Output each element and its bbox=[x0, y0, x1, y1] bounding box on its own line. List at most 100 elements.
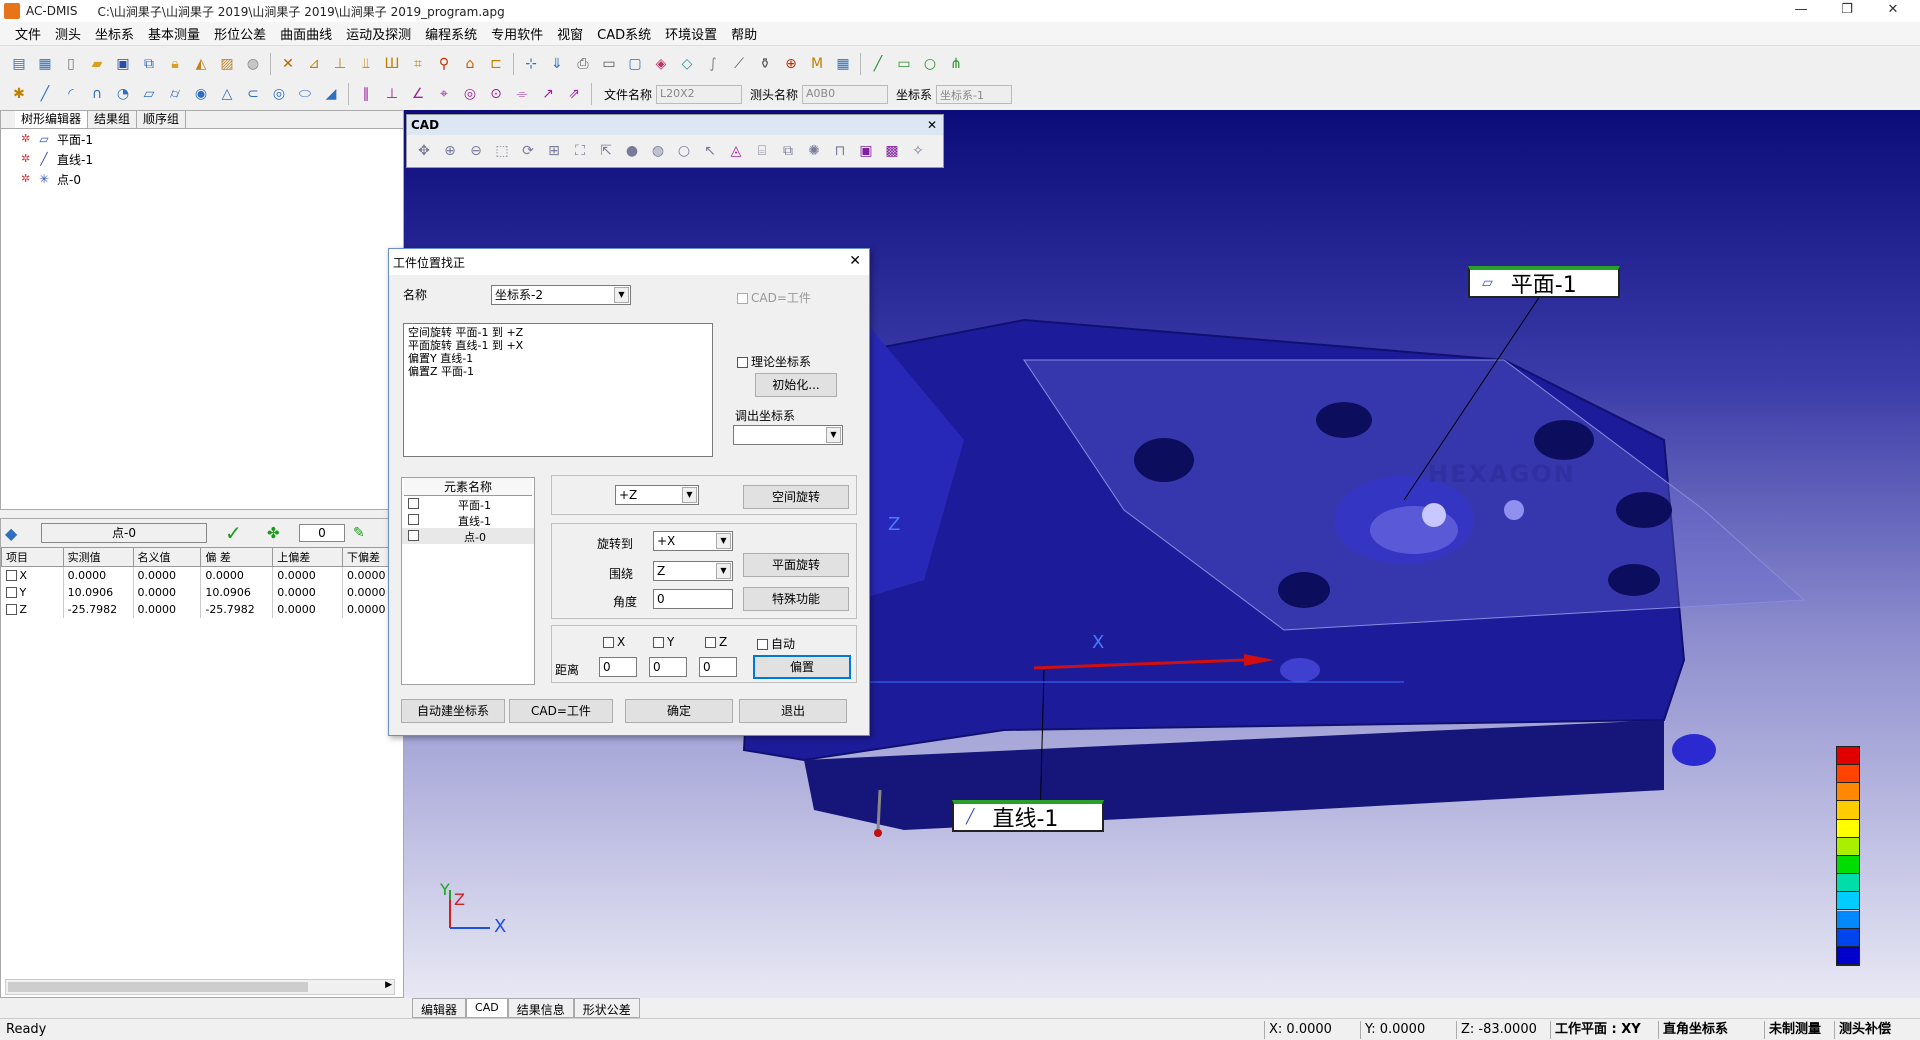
dim-tool-icon[interactable]: ⊥ bbox=[329, 53, 351, 75]
name-dropdown[interactable]: 坐标系-2 ▼ bbox=[491, 285, 631, 305]
y-check[interactable]: Y bbox=[653, 635, 674, 649]
load-icon[interactable]: ⇓ bbox=[546, 53, 568, 75]
move-machine-icon[interactable]: ⊕ bbox=[780, 53, 802, 75]
menu-cad[interactable]: CAD系统 bbox=[590, 24, 658, 43]
row-checkbox[interactable] bbox=[5, 587, 17, 598]
cross-tool-icon[interactable]: ✕ bbox=[277, 53, 299, 75]
fit-icon[interactable]: ⛶ bbox=[569, 140, 591, 162]
construct-feature-icon[interactable]: ◢ bbox=[320, 83, 342, 105]
program-text-area[interactable]: 空间旋转 平面-1 到 +Z 平面旋转 直线-1 到 +X 偏置Y 直线-1 偏… bbox=[403, 323, 713, 457]
tab-editor[interactable]: 编辑器 bbox=[412, 998, 467, 1018]
lock-icon[interactable]: 🔒︎ bbox=[164, 53, 186, 75]
open-project-icon[interactable]: ▦ bbox=[34, 53, 56, 75]
plane-rotate-button[interactable]: 平面旋转 bbox=[743, 553, 849, 577]
machine-tool-icon[interactable]: ⌂ bbox=[459, 53, 481, 75]
menu-program[interactable]: 编程系统 bbox=[418, 24, 484, 43]
pointer-icon[interactable]: ↖ bbox=[699, 140, 721, 162]
sparkle-icon[interactable]: ✧ bbox=[907, 140, 929, 162]
line-feature-icon[interactable]: ╱ bbox=[34, 83, 56, 105]
runout-icon[interactable]: ↗ bbox=[537, 83, 559, 105]
space-rotate-dropdown[interactable]: +Z ▼ bbox=[615, 485, 699, 505]
curve-feature-icon[interactable]: ∩ bbox=[86, 83, 108, 105]
chart-icon[interactable]: ◭ bbox=[190, 53, 212, 75]
cad-eq-part-check[interactable]: CAD=工件 bbox=[737, 289, 811, 306]
offset-button[interactable]: 偏置 bbox=[753, 655, 851, 679]
open-folder-icon[interactable]: ▰ bbox=[86, 53, 108, 75]
zoom-in-icon[interactable]: ⊕ bbox=[439, 140, 461, 162]
coord-system-field[interactable]: 坐标系-1 bbox=[936, 84, 1013, 104]
close-button[interactable]: ✕ bbox=[1870, 0, 1916, 22]
concentricity-icon[interactable]: ◎ bbox=[459, 83, 481, 105]
layers-icon[interactable]: ◇ bbox=[676, 53, 698, 75]
file-name-field[interactable]: L20X2 bbox=[656, 84, 743, 104]
theory-coord-check[interactable]: 理论坐标系 bbox=[737, 353, 811, 370]
list-item[interactable]: 直线-1 bbox=[402, 512, 534, 528]
cad-eq-part-button[interactable]: CAD=工件 bbox=[509, 699, 613, 723]
counter-field[interactable]: 0 bbox=[299, 524, 345, 542]
frame-tool-icon[interactable]: ⊏ bbox=[485, 53, 507, 75]
distance-y-input[interactable]: 0 bbox=[649, 657, 687, 677]
circle-feature-icon[interactable]: ◔ bbox=[112, 83, 134, 105]
section-icon[interactable]: ⌸ bbox=[751, 140, 773, 162]
minimize-button[interactable]: — bbox=[1778, 0, 1824, 22]
cad-toolbar-close-icon[interactable]: ✕ bbox=[927, 115, 937, 135]
group-tool-icon[interactable]: ⌗ bbox=[407, 53, 429, 75]
distance-x-input[interactable]: 0 bbox=[599, 657, 637, 677]
menu-basic-measure[interactable]: 基本测量 bbox=[141, 24, 207, 43]
scroll-right-icon[interactable]: ▶ bbox=[385, 980, 392, 990]
total-runout-icon[interactable]: ⇗ bbox=[563, 83, 585, 105]
angle-tool-icon[interactable]: ⊿ bbox=[303, 53, 325, 75]
menu-special[interactable]: 专用软件 bbox=[484, 24, 550, 43]
y-checkbox[interactable] bbox=[653, 637, 664, 648]
plane-callout[interactable]: ▱ 平面-1 bbox=[1468, 266, 1620, 298]
cone-feature-icon[interactable]: △ bbox=[216, 83, 238, 105]
wireframe-icon[interactable]: ◍ bbox=[647, 140, 669, 162]
table-row[interactable]: X 0.0000 0.0000 0.0000 0.0000 0.0000 bbox=[1, 566, 396, 584]
element-checkbox[interactable] bbox=[408, 498, 419, 509]
torus-feature-icon[interactable]: ◎ bbox=[268, 83, 290, 105]
line-callout[interactable]: ╱ 直线-1 bbox=[952, 800, 1104, 832]
hidden-line-icon[interactable]: ○ bbox=[673, 140, 695, 162]
row-checkbox[interactable] bbox=[5, 570, 17, 582]
bars-tool-icon[interactable]: Ш bbox=[381, 53, 403, 75]
z-check[interactable]: Z bbox=[705, 635, 727, 649]
horizontal-scrollbar[interactable]: ▶ bbox=[5, 979, 395, 995]
probe-name-field[interactable]: A0B0 bbox=[802, 84, 889, 104]
probe-tool-icon[interactable]: ⚲ bbox=[433, 53, 455, 75]
element-checkbox[interactable] bbox=[408, 514, 419, 525]
copy-icon[interactable]: ⧉ bbox=[138, 53, 160, 75]
tab-result-info[interactable]: 结果信息 bbox=[507, 998, 574, 1018]
tree-item-point[interactable]: ✲ ✳ 点-0 bbox=[1, 169, 403, 189]
cad-eq-part-checkbox[interactable] bbox=[737, 293, 748, 304]
shade-icon[interactable]: ● bbox=[621, 140, 643, 162]
z-checkbox[interactable] bbox=[705, 637, 716, 648]
pan-icon[interactable]: ✥ bbox=[413, 140, 435, 162]
perpendicular-icon[interactable]: ⊥ bbox=[381, 83, 403, 105]
tab-cad[interactable]: CAD bbox=[466, 998, 508, 1018]
element-name-field[interactable]: 点-0 bbox=[41, 523, 207, 543]
list-item[interactable]: 平面-1 bbox=[402, 496, 534, 512]
menu-surface-curve[interactable]: 曲面曲线 bbox=[273, 24, 339, 43]
rect-draw-icon[interactable]: ▭ bbox=[893, 53, 915, 75]
position-icon[interactable]: ⌖ bbox=[433, 83, 455, 105]
sphere-feature-icon[interactable]: ◉ bbox=[190, 83, 212, 105]
print-icon[interactable]: ⎙ bbox=[572, 53, 594, 75]
tree-item-line[interactable]: ✲ ╱ 直线-1 bbox=[1, 149, 403, 169]
table-row[interactable]: Z -25.7982 0.0000 -25.7982 0.0000 0.0000 bbox=[1, 600, 396, 618]
plane-feature-icon[interactable]: ▱ bbox=[138, 83, 160, 105]
blank-file-icon[interactable]: ▯ bbox=[60, 53, 82, 75]
view-cube-icon[interactable]: ⬚ bbox=[491, 140, 513, 162]
rotate-to-dropdown[interactable]: +X ▼ bbox=[653, 531, 733, 551]
coord-tool-icon[interactable]: ⊹ bbox=[520, 53, 542, 75]
symmetry-icon[interactable]: ⊙ bbox=[485, 83, 507, 105]
globe-icon[interactable]: ◍ bbox=[242, 53, 264, 75]
auto-checkbox[interactable] bbox=[757, 639, 768, 650]
curve-icon[interactable]: ∫ bbox=[702, 53, 724, 75]
x-check[interactable]: X bbox=[603, 635, 625, 649]
row-checkbox[interactable] bbox=[5, 604, 17, 615]
color-icon[interactable]: ◈ bbox=[650, 53, 672, 75]
align-tool-icon[interactable]: ⫫ bbox=[355, 53, 377, 75]
menu-gdt[interactable]: 形位公差 bbox=[207, 24, 273, 43]
save-icon[interactable]: ▣ bbox=[112, 53, 134, 75]
dialog-close-icon[interactable]: ✕ bbox=[849, 253, 861, 269]
